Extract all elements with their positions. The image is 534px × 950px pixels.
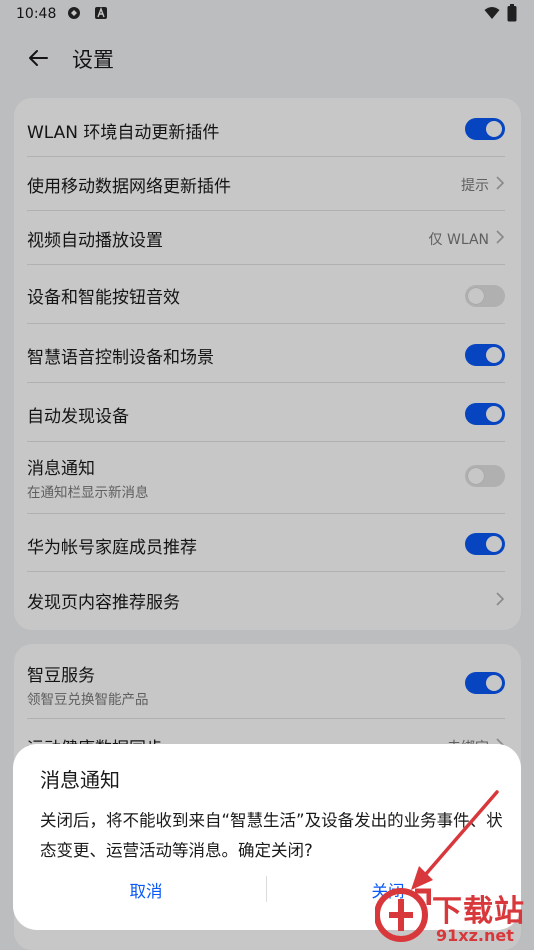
annotation-arrow-icon xyxy=(411,790,499,890)
cancel-button[interactable]: 取消 xyxy=(31,878,261,902)
dialog-title: 消息通知 xyxy=(40,768,120,792)
watermark-url: 91xz.net xyxy=(436,926,514,945)
watermark-logo-icon xyxy=(375,888,431,942)
dialog-button-divider xyxy=(266,876,267,902)
watermark-text: 下载站 xyxy=(432,894,525,929)
